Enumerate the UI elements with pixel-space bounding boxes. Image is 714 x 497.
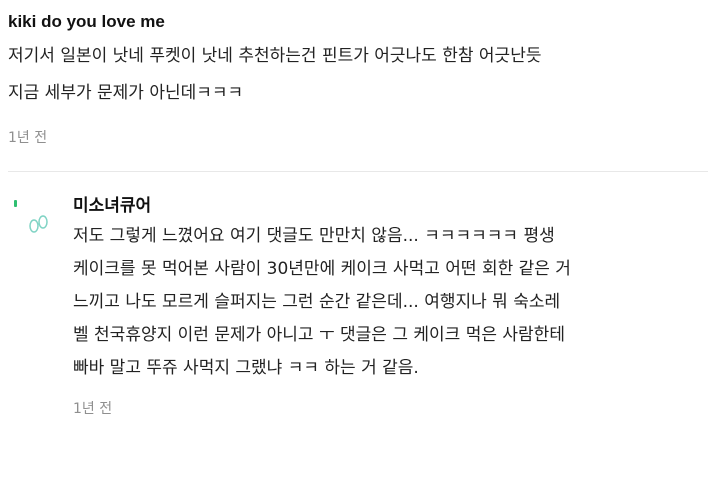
comment-item: kiki do you love me 저기서 일본이 낫네 푸켓이 낫네 추천… xyxy=(8,0,708,148)
comment-text: 저기서 일본이 낫네 푸켓이 낫네 추천하는건 핀트가 어긋나도 한참 어긋난듯… xyxy=(8,46,542,103)
avatar-graphic xyxy=(14,200,48,233)
comment-timestamp: 1년 전 xyxy=(8,130,48,146)
reply-content: 미소녀큐어 저도 그렇게 느꼈어요 여기 댓글도 만만치 않음... ㅋㅋㅋㅋㅋ… xyxy=(73,195,709,419)
reply-author[interactable]: 미소녀큐어 xyxy=(73,195,709,217)
comment-author[interactable]: kiki do you love me xyxy=(8,12,708,32)
reply-text: 저도 그렇게 느꼈어요 여기 댓글도 만만치 않음... ㅋㅋㅋㅋㅋㅋ 평생 케… xyxy=(73,226,571,378)
profile-avatar-icon[interactable] xyxy=(12,198,52,238)
comment-divider xyxy=(8,171,708,172)
reply-timestamp: 1년 전 xyxy=(73,401,113,417)
